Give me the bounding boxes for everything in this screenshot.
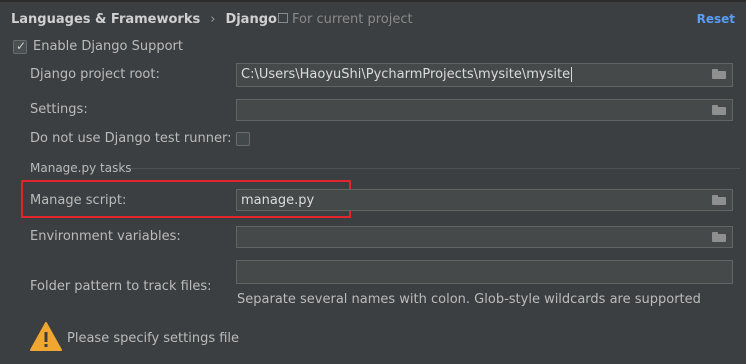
no-test-runner-label: Do not use Django test runner: bbox=[30, 131, 232, 146]
env-vars-field[interactable] bbox=[236, 226, 733, 248]
settings-field[interactable] bbox=[236, 99, 733, 121]
enable-django-label[interactable]: Enable Django Support bbox=[33, 39, 183, 54]
folder-pattern-hint: Separate several names with colon. Glob-… bbox=[237, 292, 701, 307]
project-root-field[interactable]: C:\Users\HaoyuShi\PycharmProjects\mysite… bbox=[236, 63, 733, 87]
checkmark-icon: ✓ bbox=[16, 39, 27, 53]
project-scope-icon bbox=[278, 13, 288, 23]
text-caret bbox=[571, 67, 573, 82]
section-title: Manage.py tasks bbox=[30, 161, 132, 175]
manage-script-value: manage.py bbox=[241, 193, 315, 208]
folder-icon[interactable] bbox=[712, 105, 726, 115]
warning-text: Please specify settings file bbox=[67, 331, 240, 346]
breadcrumb-current: Django bbox=[225, 12, 277, 27]
project-root-value: C:\Users\HaoyuShi\PycharmProjects\mysite… bbox=[241, 67, 573, 82]
folder-pattern-field[interactable] bbox=[236, 260, 733, 284]
reset-link[interactable]: Reset bbox=[697, 12, 735, 26]
folder-icon[interactable] bbox=[712, 69, 726, 79]
section-divider bbox=[131, 168, 740, 169]
no-test-runner-checkbox[interactable] bbox=[236, 132, 250, 146]
scope-label: For current project bbox=[292, 12, 413, 27]
breadcrumb-separator-icon: › bbox=[210, 12, 216, 27]
folder-icon[interactable] bbox=[712, 232, 726, 242]
manage-script-label: Manage script: bbox=[30, 193, 127, 208]
scope-indicator: For current project bbox=[278, 12, 413, 27]
folder-icon[interactable] bbox=[712, 195, 726, 205]
project-root-label: Django project root: bbox=[30, 67, 160, 82]
env-vars-label: Environment variables: bbox=[30, 229, 181, 244]
breadcrumb-parent[interactable]: Languages & Frameworks bbox=[11, 12, 200, 27]
folder-pattern-label: Folder pattern to track files: bbox=[30, 279, 212, 294]
breadcrumb: Languages & Frameworks › Django bbox=[11, 12, 277, 27]
manage-script-field[interactable]: manage.py bbox=[236, 189, 733, 211]
warning-icon bbox=[30, 322, 62, 351]
settings-label: Settings: bbox=[30, 102, 88, 117]
enable-django-checkbox[interactable]: ✓ bbox=[13, 39, 27, 54]
window-top-border bbox=[0, 0, 746, 2]
